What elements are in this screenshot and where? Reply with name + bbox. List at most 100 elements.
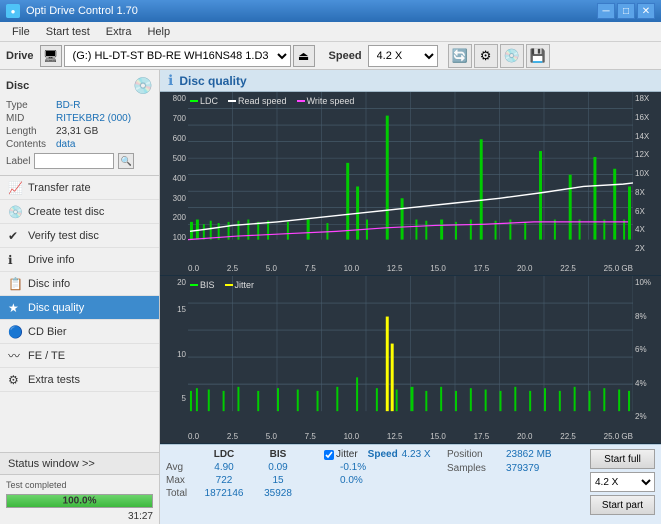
- app-icon: ●: [6, 4, 20, 18]
- drive-bar: Drive 🖥 (G:) HL-DT-ST BD-RE WH16NS48 1.D…: [0, 42, 661, 70]
- label-text: Label: [6, 156, 30, 167]
- start-full-button[interactable]: Start full: [590, 449, 655, 469]
- length-value: 23,31 GB: [56, 126, 98, 137]
- length-label: Length: [6, 126, 56, 137]
- menu-file[interactable]: File: [4, 24, 38, 40]
- mid-label: MID: [6, 113, 56, 124]
- status-window-button[interactable]: Status window >>: [0, 452, 159, 474]
- sidebar-item-disc-quality[interactable]: ★ Disc quality: [0, 296, 159, 320]
- status-text: Test completed: [6, 480, 67, 490]
- refresh-button[interactable]: 🔄: [448, 44, 472, 68]
- maximize-button[interactable]: □: [617, 3, 635, 19]
- disc-quality-title: Disc quality: [179, 74, 246, 88]
- verify-test-disc-icon: ✔: [8, 229, 24, 243]
- drive-select[interactable]: (G:) HL-DT-ST BD-RE WH16NS48 1.D3: [64, 45, 291, 67]
- ldc-legend-dot: [190, 100, 198, 102]
- content-area: ℹ Disc quality 800 700 600 500 400 300 2…: [160, 70, 661, 524]
- jitter-avg: -0.1%: [340, 462, 366, 473]
- chart1-section: 800 700 600 500 400 300 200 100 18X 16X …: [160, 92, 661, 276]
- speed-dropdown[interactable]: 4.2 X: [590, 472, 655, 492]
- disc-button[interactable]: 💿: [500, 44, 524, 68]
- stats-table: LDC BIS Jitter Speed 4.23 X Avg 4.90: [166, 449, 431, 499]
- save-button[interactable]: 💾: [526, 44, 550, 68]
- sidebar-item-create-test-disc[interactable]: 💿 Create test disc: [0, 200, 159, 224]
- eject-button[interactable]: ⏏: [293, 45, 315, 67]
- disc-quality-icon: ★: [8, 301, 24, 315]
- nav-items: 📈 Transfer rate 💿 Create test disc ✔ Ver…: [0, 176, 159, 452]
- chart2-y-axis-left: 20 15 10 5: [160, 276, 188, 423]
- sidebar-item-cd-bier[interactable]: 🔵 CD Bier: [0, 320, 159, 344]
- disc-info-icon: 📋: [8, 277, 24, 291]
- total-label: Total: [166, 488, 196, 499]
- progress-text: 100.0%: [63, 496, 97, 507]
- drive-label: Drive: [6, 50, 34, 62]
- sidebar-item-fe-te[interactable]: 〰 FE / TE: [0, 344, 159, 368]
- sidebar-label-create-test-disc: Create test disc: [28, 206, 104, 218]
- menu-bar: File Start test Extra Help: [0, 22, 661, 42]
- sidebar-item-drive-info[interactable]: ℹ Drive info: [0, 248, 159, 272]
- bis-header: BIS: [252, 449, 304, 460]
- settings-button[interactable]: ⚙: [474, 44, 498, 68]
- speed-select[interactable]: 4.2 X: [368, 45, 438, 67]
- contents-label: Contents: [6, 139, 56, 150]
- drive-info-icon: ℹ: [8, 253, 24, 267]
- cd-bier-icon: 🔵: [8, 325, 24, 339]
- ldc-total: 1872146: [198, 488, 250, 499]
- position-label: Position: [447, 449, 502, 460]
- label-search-button[interactable]: 🔍: [118, 153, 134, 169]
- jitter-max: 0.0%: [340, 475, 363, 486]
- drive-icon[interactable]: 🖥: [40, 45, 62, 67]
- bis-max: 15: [252, 475, 304, 486]
- right-stats: Position 23862 MB Samples 379379: [447, 449, 576, 474]
- sidebar-label-drive-info: Drive info: [28, 254, 74, 266]
- position-value: 23862 MB: [506, 449, 576, 460]
- bis-legend-label: BIS: [200, 280, 215, 290]
- disc-title: Disc: [6, 80, 29, 92]
- action-buttons: Start full 4.2 X Start part: [590, 449, 655, 515]
- menu-start-test[interactable]: Start test: [38, 24, 98, 40]
- jitter-checkbox[interactable]: [324, 450, 334, 460]
- disc-panel: Disc 💿 Type BD-R MID RITEKBR2 (000) Leng…: [0, 70, 159, 176]
- type-value: BD-R: [56, 100, 80, 111]
- time-display: 31:27: [128, 511, 153, 522]
- chart1-legend: LDC Read speed Write speed: [190, 96, 354, 106]
- disc-quality-header: ℹ Disc quality: [160, 70, 661, 92]
- charts-container: 800 700 600 500 400 300 200 100 18X 16X …: [160, 92, 661, 524]
- jitter-legend-label: Jitter: [235, 280, 255, 290]
- chart2-section: 20 15 10 5 10% 8% 6% 4% 2%: [160, 276, 661, 444]
- sidebar-label-cd-bier: CD Bier: [28, 326, 67, 338]
- chart1-x-axis: 0.0 2.5 5.0 7.5 10.0 12.5 15.0 17.5 20.0…: [188, 257, 633, 275]
- type-label: Type: [6, 100, 56, 111]
- samples-label: Samples: [447, 463, 502, 474]
- sidebar-item-verify-test-disc[interactable]: ✔ Verify test disc: [0, 224, 159, 248]
- max-label: Max: [166, 475, 196, 486]
- app-title: Opti Drive Control 1.70: [26, 5, 138, 17]
- create-test-disc-icon: 💿: [8, 205, 24, 219]
- sidebar-label-fe-te: FE / TE: [28, 350, 65, 362]
- main-layout: Disc 💿 Type BD-R MID RITEKBR2 (000) Leng…: [0, 70, 661, 524]
- ldc-max: 722: [198, 475, 250, 486]
- bis-legend-dot: [190, 284, 198, 286]
- bis-avg: 0.09: [252, 462, 304, 473]
- ldc-legend-label: LDC: [200, 96, 218, 106]
- read-speed-legend-label: Read speed: [238, 96, 287, 106]
- sidebar-item-disc-info[interactable]: 📋 Disc info: [0, 272, 159, 296]
- sidebar-label-transfer-rate: Transfer rate: [28, 182, 91, 194]
- menu-help[interactable]: Help: [139, 24, 178, 40]
- start-part-button[interactable]: Start part: [590, 495, 655, 515]
- read-speed-legend-dot: [228, 100, 236, 102]
- disc-quality-header-icon: ℹ: [168, 72, 173, 89]
- sidebar-label-extra-tests: Extra tests: [28, 374, 80, 386]
- label-input[interactable]: [34, 153, 114, 169]
- chart1-svg: [188, 92, 633, 257]
- sidebar-item-extra-tests[interactable]: ⚙ Extra tests: [0, 368, 159, 392]
- sidebar-label-disc-quality: Disc quality: [28, 302, 84, 314]
- sidebar-item-transfer-rate[interactable]: 📈 Transfer rate: [0, 176, 159, 200]
- chart2-svg: [188, 276, 633, 425]
- minimize-button[interactable]: ─: [597, 3, 615, 19]
- chart1-y-axis-right: 18X 16X 14X 12X 10X 8X 6X 4X 2X: [633, 92, 661, 255]
- close-button[interactable]: ✕: [637, 3, 655, 19]
- jitter-legend-dot: [225, 284, 233, 286]
- menu-extra[interactable]: Extra: [98, 24, 140, 40]
- chart2-y-axis-right: 10% 8% 6% 4% 2%: [633, 276, 661, 423]
